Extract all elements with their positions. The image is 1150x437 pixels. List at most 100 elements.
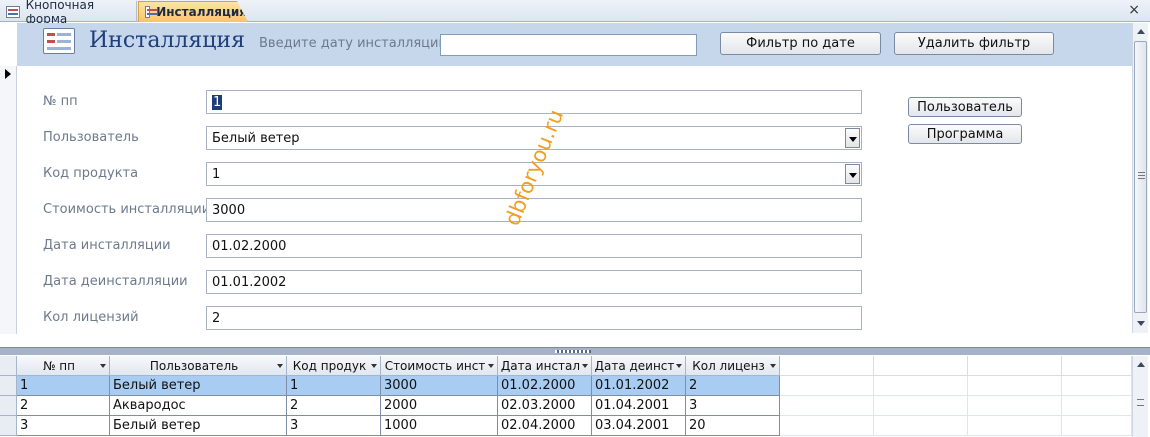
form-icon <box>6 5 20 18</box>
date-filter-input[interactable] <box>440 34 697 56</box>
page-title: Инсталляция <box>89 28 245 53</box>
column-header[interactable]: Стоимость инст <box>381 356 498 376</box>
column-filter-dropdown-icon[interactable] <box>676 364 682 368</box>
table-cell[interactable]: 2000 <box>381 396 498 416</box>
empty-column-header <box>968 356 1062 376</box>
empty-cell <box>874 396 968 416</box>
field-label-uninstall-date: Дата деинсталляции <box>43 274 188 289</box>
remove-filter-button[interactable]: Удалить фильтр <box>894 32 1054 55</box>
column-filter-dropdown-icon[interactable] <box>770 364 776 368</box>
select-all-corner[interactable] <box>0 356 17 376</box>
field-label-licenses: Кол лицензий <box>43 310 139 325</box>
form-header: Инсталляция Введите дату инсталляции Фил… <box>17 23 1132 66</box>
empty-cell <box>780 376 874 396</box>
table-cell[interactable]: Аквародос <box>110 396 287 416</box>
field-label-user: Пользователь <box>43 130 139 145</box>
column-header-label: Кол лиценз <box>692 358 765 373</box>
empty-cell <box>1062 376 1132 396</box>
scrollbar-thumb[interactable] <box>1134 41 1147 313</box>
user-value: Белый ветер <box>212 131 300 146</box>
uninstall-date-field[interactable]: 01.01.2002 <box>206 270 862 294</box>
chevron-down-icon[interactable] <box>845 164 860 184</box>
column-filter-dropdown-icon[interactable] <box>582 364 588 368</box>
empty-column-header <box>1062 356 1132 376</box>
table-cell[interactable]: 01.02.2000 <box>498 376 592 396</box>
datasheet-vertical-scrollbar[interactable] <box>1132 356 1148 437</box>
column-header-label: Стоимость инст <box>384 358 486 373</box>
empty-cell <box>874 376 968 396</box>
table-cell[interactable]: 1 <box>287 376 381 396</box>
empty-cell <box>874 416 968 436</box>
empty-cell <box>968 416 1062 436</box>
column-filter-dropdown-icon[interactable] <box>100 364 106 368</box>
field-label-cost: Стоимость инсталляции <box>43 202 211 217</box>
column-header-label: Дата деинст <box>594 358 675 373</box>
column-header[interactable]: Пользователь <box>110 356 287 376</box>
table-cell[interactable]: 1 <box>17 376 110 396</box>
scroll-up-icon[interactable] <box>1134 358 1148 372</box>
form-vertical-scrollbar[interactable] <box>1132 23 1148 333</box>
program-button[interactable]: Программа <box>908 124 1022 144</box>
install-date-field[interactable]: 01.02.2000 <box>206 234 862 258</box>
form-icon <box>145 6 158 18</box>
number-value: 1 <box>212 95 223 110</box>
tab-installation[interactable]: Инсталляция <box>138 1 248 22</box>
column-header[interactable]: Дата инстал <box>498 356 592 376</box>
table-cell[interactable]: Белый ветер <box>110 416 287 436</box>
table-cell[interactable]: 3 <box>287 416 381 436</box>
table-cell[interactable]: 03.04.2001 <box>592 416 686 436</box>
current-record-arrow-icon <box>5 69 11 79</box>
scroll-down-icon[interactable] <box>1134 317 1148 331</box>
table-cell[interactable]: 3000 <box>381 376 498 396</box>
column-filter-dropdown-icon[interactable] <box>371 364 377 368</box>
record-selector[interactable] <box>0 66 17 334</box>
licenses-field[interactable]: 2 <box>206 306 862 330</box>
table-cell[interactable]: 2 <box>686 376 780 396</box>
column-header[interactable]: Код продук <box>287 356 381 376</box>
row-selector[interactable] <box>0 396 17 416</box>
user-button[interactable]: Пользователь <box>908 97 1022 117</box>
column-header-label: Пользователь <box>149 358 239 373</box>
row-selector[interactable] <box>0 416 17 436</box>
splitter-grip-icon[interactable] <box>555 350 591 353</box>
table-cell[interactable]: 1000 <box>381 416 498 436</box>
column-header-label: Дата инстал <box>500 358 581 373</box>
table-cell[interactable]: 3 <box>686 396 780 416</box>
split-form-divider[interactable] <box>0 347 1150 355</box>
column-filter-dropdown-icon[interactable] <box>488 364 494 368</box>
table-cell[interactable]: 02.04.2000 <box>498 416 592 436</box>
document-tab-strip: Кнопочная форма Инсталляция × <box>0 0 1150 26</box>
scrollbar-grip-icon <box>1137 399 1144 406</box>
column-filter-dropdown-icon[interactable] <box>277 364 283 368</box>
table-cell[interactable]: 01.04.2001 <box>592 396 686 416</box>
empty-cell <box>780 416 874 436</box>
field-label-product-code: Код продукта <box>43 166 139 181</box>
row-selector[interactable] <box>0 376 17 396</box>
table-cell[interactable]: 20 <box>686 416 780 436</box>
chevron-down-icon[interactable] <box>845 128 860 148</box>
close-icon[interactable]: × <box>1128 2 1140 18</box>
table-cell[interactable]: 02.03.2000 <box>498 396 592 416</box>
tab-label: Инсталляция <box>156 5 247 19</box>
form-icon <box>43 28 75 54</box>
column-header[interactable]: № пп <box>17 356 110 376</box>
filter-by-date-button[interactable]: Фильтр по дате <box>720 32 881 55</box>
empty-column-header <box>874 356 968 376</box>
tab-switchboard-form[interactable]: Кнопочная форма <box>0 0 137 26</box>
field-label-number: № пп <box>43 94 78 109</box>
column-header-label: Код продук <box>292 358 367 373</box>
table-cell[interactable]: 01.01.2002 <box>592 376 686 396</box>
cost-field[interactable]: 3000 <box>206 198 862 222</box>
column-header[interactable]: Дата деинст <box>592 356 686 376</box>
scroll-up-icon[interactable] <box>1134 25 1148 39</box>
table-cell[interactable]: 2 <box>287 396 381 416</box>
datasheet-grid: № пп Пользователь Код продук Стоимость инст… <box>0 356 1132 437</box>
number-field[interactable]: 1 <box>206 90 862 114</box>
table-cell[interactable]: 2 <box>17 396 110 416</box>
table-cell[interactable]: Белый ветер <box>110 376 287 396</box>
column-header-label: № пп <box>43 358 75 373</box>
empty-cell <box>968 396 1062 416</box>
field-label-install-date: Дата инсталляции <box>43 238 171 253</box>
table-cell[interactable]: 3 <box>17 416 110 436</box>
column-header[interactable]: Кол лиценз <box>686 356 780 376</box>
